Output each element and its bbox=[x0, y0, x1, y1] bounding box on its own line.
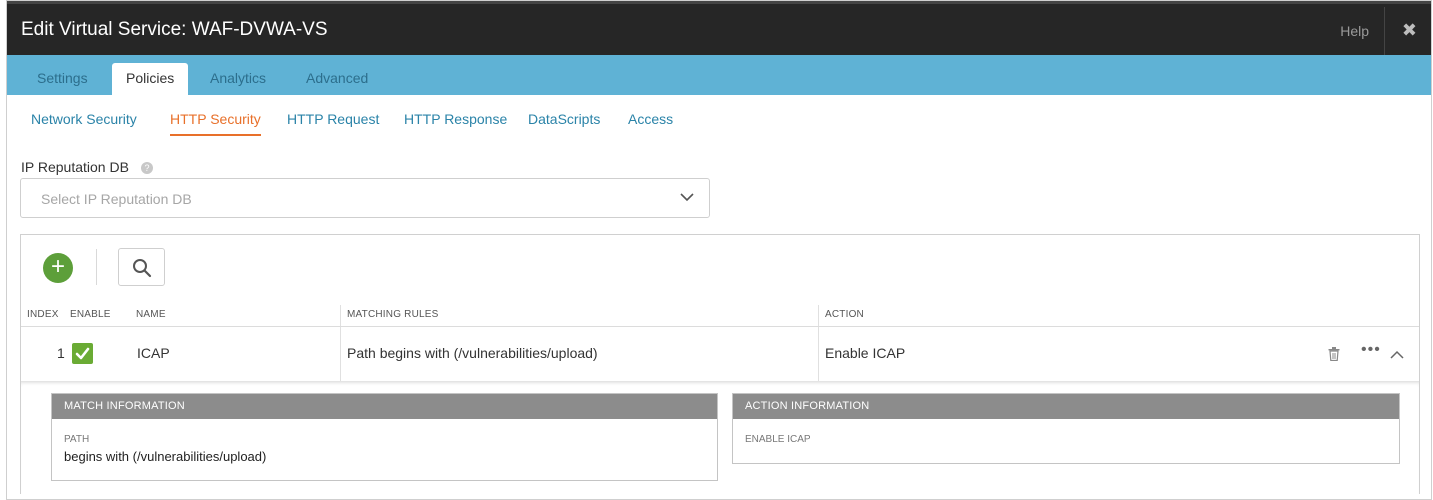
subtab-datascripts[interactable]: DataScripts bbox=[528, 111, 600, 134]
chevron-down-icon bbox=[680, 193, 694, 202]
main-tabs: Settings Policies Analytics Advanced bbox=[7, 55, 1431, 95]
rule-matching-rules: Path begins with (/vulnerabilities/uploa… bbox=[347, 345, 598, 361]
match-path-value: begins with (/vulnerabilities/upload) bbox=[64, 449, 267, 464]
column-divider bbox=[818, 327, 819, 381]
toolbar-divider bbox=[96, 249, 97, 285]
help-link[interactable]: Help bbox=[1340, 23, 1369, 39]
table-row[interactable]: 1 ICAP Path begins with (/vulnerabilitie… bbox=[21, 327, 1419, 381]
ip-reputation-label: IP Reputation DB bbox=[21, 159, 129, 175]
rule-detail-expanded: MATCH INFORMATION PATH begins with (/vul… bbox=[21, 381, 1419, 494]
subtab-http-response[interactable]: HTTP Response bbox=[404, 111, 507, 134]
checkmark-icon bbox=[75, 347, 90, 360]
column-divider bbox=[340, 327, 341, 381]
more-options-icon[interactable]: ••• bbox=[1361, 341, 1381, 359]
tab-advanced[interactable]: Advanced bbox=[292, 63, 382, 95]
rule-action: Enable ICAP bbox=[825, 345, 906, 361]
table-header: INDEX ENABLE NAME MATCHING RULES ACTION bbox=[21, 305, 1419, 327]
column-header-matching-rules: MATCHING RULES bbox=[347, 309, 439, 320]
policy-subtabs: Network Security HTTP Security HTTP Requ… bbox=[7, 111, 1431, 141]
title-bar-divider bbox=[1384, 7, 1385, 55]
match-path-label: PATH bbox=[64, 434, 90, 445]
column-divider bbox=[340, 305, 341, 327]
column-header-index: INDEX bbox=[27, 309, 59, 320]
chevron-up-icon[interactable] bbox=[1389, 348, 1405, 366]
enable-checkbox[interactable] bbox=[72, 343, 93, 364]
ip-reputation-select[interactable]: Select IP Reputation DB bbox=[20, 178, 710, 218]
column-header-enable: ENABLE bbox=[70, 309, 111, 320]
action-value: ENABLE ICAP bbox=[745, 434, 811, 445]
rule-name: ICAP bbox=[137, 345, 170, 361]
subtab-http-security[interactable]: HTTP Security bbox=[170, 111, 261, 136]
action-information-card: ACTION INFORMATION ENABLE ICAP bbox=[732, 393, 1400, 464]
column-header-action: ACTION bbox=[825, 309, 864, 320]
action-information-header: ACTION INFORMATION bbox=[733, 394, 1399, 419]
help-icon[interactable]: ? bbox=[141, 162, 153, 174]
match-information-card: MATCH INFORMATION PATH begins with (/vul… bbox=[51, 393, 718, 481]
tab-policies[interactable]: Policies bbox=[112, 63, 189, 95]
column-divider bbox=[818, 305, 819, 327]
close-icon[interactable]: ✖ bbox=[1402, 20, 1417, 41]
column-header-name: NAME bbox=[136, 309, 166, 320]
tab-analytics[interactable]: Analytics bbox=[196, 63, 280, 95]
subtab-access[interactable]: Access bbox=[628, 111, 673, 134]
add-rule-button[interactable]: + bbox=[43, 253, 73, 283]
http-security-rules-panel: + INDEX ENABLE NAME MATCHING RULES ACTIO… bbox=[20, 234, 1420, 494]
subtab-http-request[interactable]: HTTP Request bbox=[287, 111, 379, 134]
row-index: 1 bbox=[57, 345, 65, 361]
ip-reputation-placeholder: Select IP Reputation DB bbox=[41, 191, 192, 207]
window-title: Edit Virtual Service: WAF-DVWA-VS bbox=[21, 19, 328, 40]
subtab-network-security[interactable]: Network Security bbox=[31, 111, 137, 134]
title-bar: Edit Virtual Service: WAF-DVWA-VS Help ✖ bbox=[7, 1, 1431, 55]
tab-settings[interactable]: Settings bbox=[23, 63, 102, 95]
edit-virtual-service-window: Edit Virtual Service: WAF-DVWA-VS Help ✖… bbox=[6, 0, 1432, 500]
search-icon bbox=[133, 259, 152, 278]
search-button[interactable] bbox=[118, 248, 165, 286]
delete-icon[interactable] bbox=[1328, 347, 1340, 366]
match-information-header: MATCH INFORMATION bbox=[52, 394, 717, 419]
